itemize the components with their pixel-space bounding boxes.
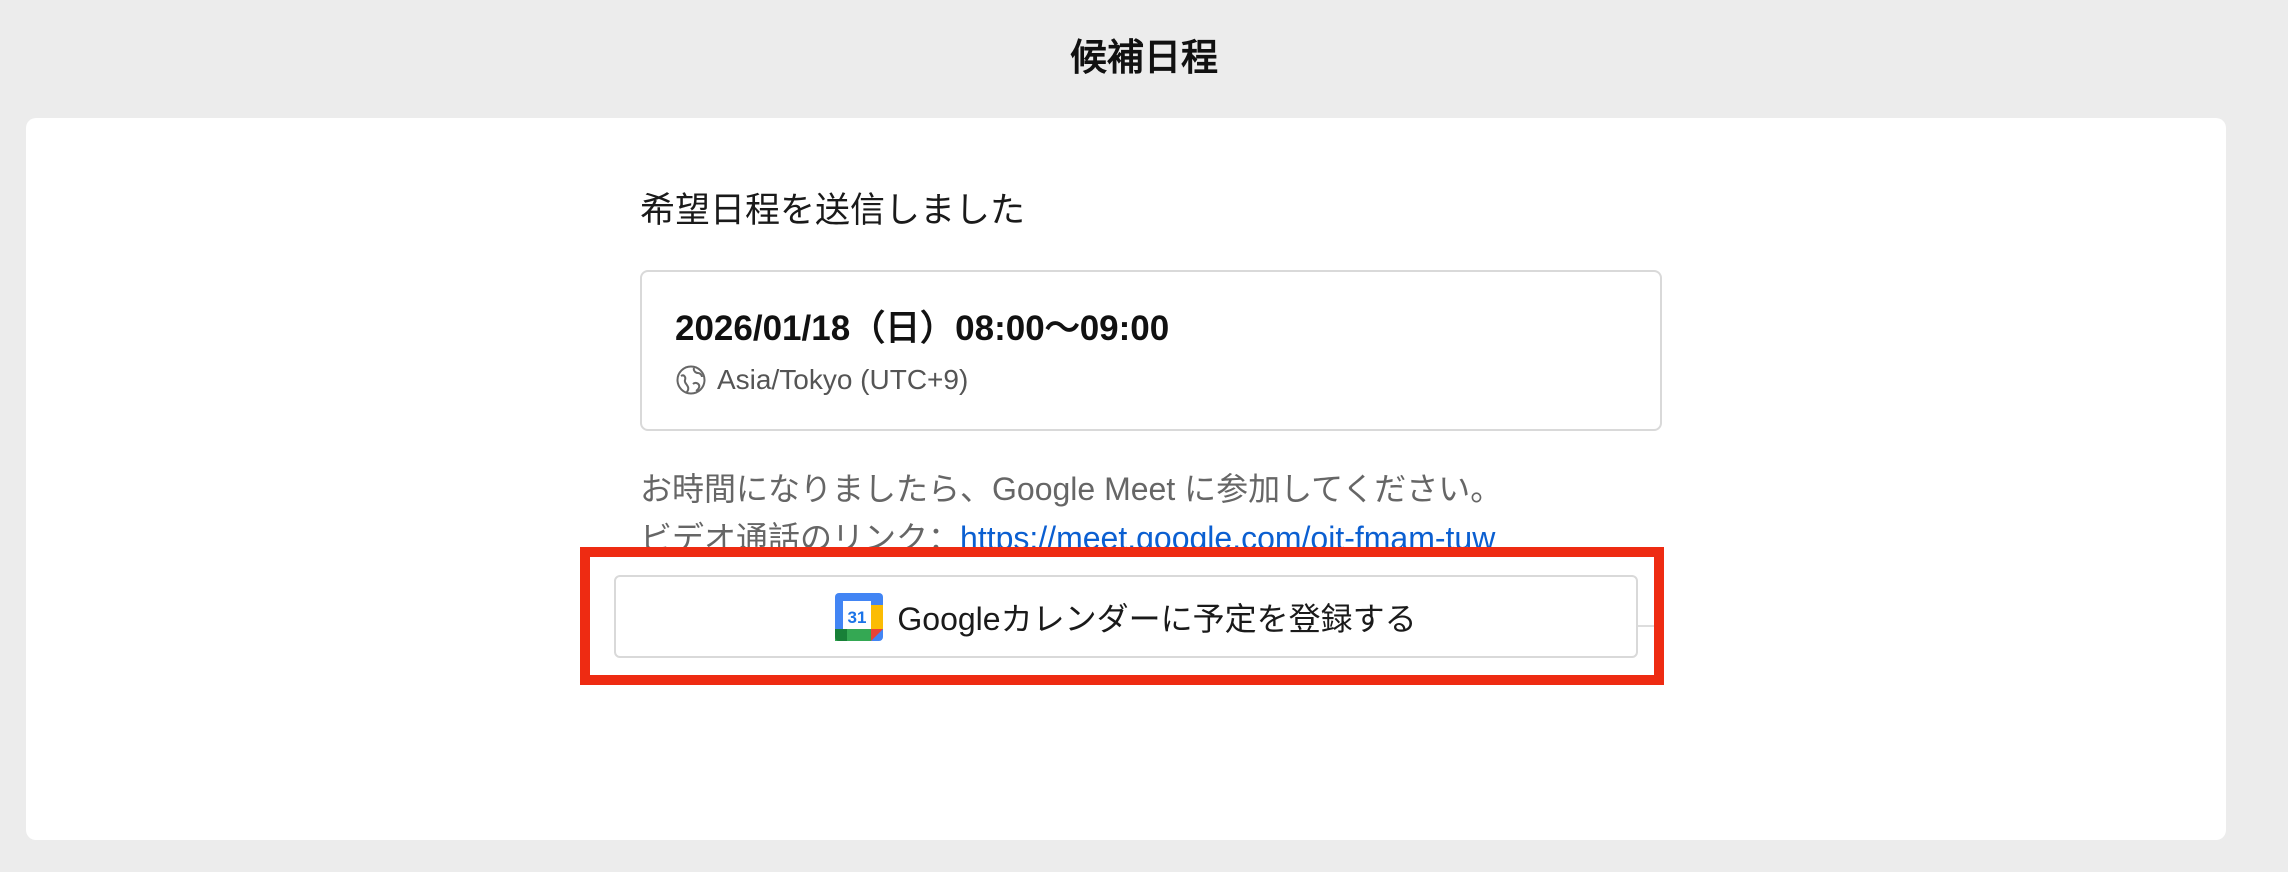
google-calendar-icon: 31	[835, 592, 884, 641]
calendar-day-number: 31	[848, 608, 867, 627]
join-instruction: お時間になりましたら、Google Meet に参加してください。	[640, 471, 1503, 507]
timezone-row: Asia/Tokyo (UTC+9)	[675, 360, 968, 400]
confirmation-card: 希望日程を送信しました 2026/01/18（日）08:00〜09:00 Asi…	[26, 118, 2226, 840]
add-to-google-calendar-label: Googleカレンダーに予定を登録する	[897, 600, 1417, 637]
globe-icon	[675, 364, 707, 396]
page-title: 候補日程	[1070, 37, 1218, 78]
timezone-label: Asia/Tokyo (UTC+9)	[717, 364, 969, 395]
selected-slot-box: 2026/01/18（日）08:00〜09:00 Asia/Tokyo (UTC…	[640, 270, 1662, 431]
add-to-google-calendar-button[interactable]: 31 Googleカレンダーに予定を登録する	[614, 575, 1638, 658]
slot-datetime: 2026/01/18（日）08:00〜09:00	[675, 309, 1170, 348]
sent-heading: 希望日程を送信しました	[640, 191, 1026, 230]
